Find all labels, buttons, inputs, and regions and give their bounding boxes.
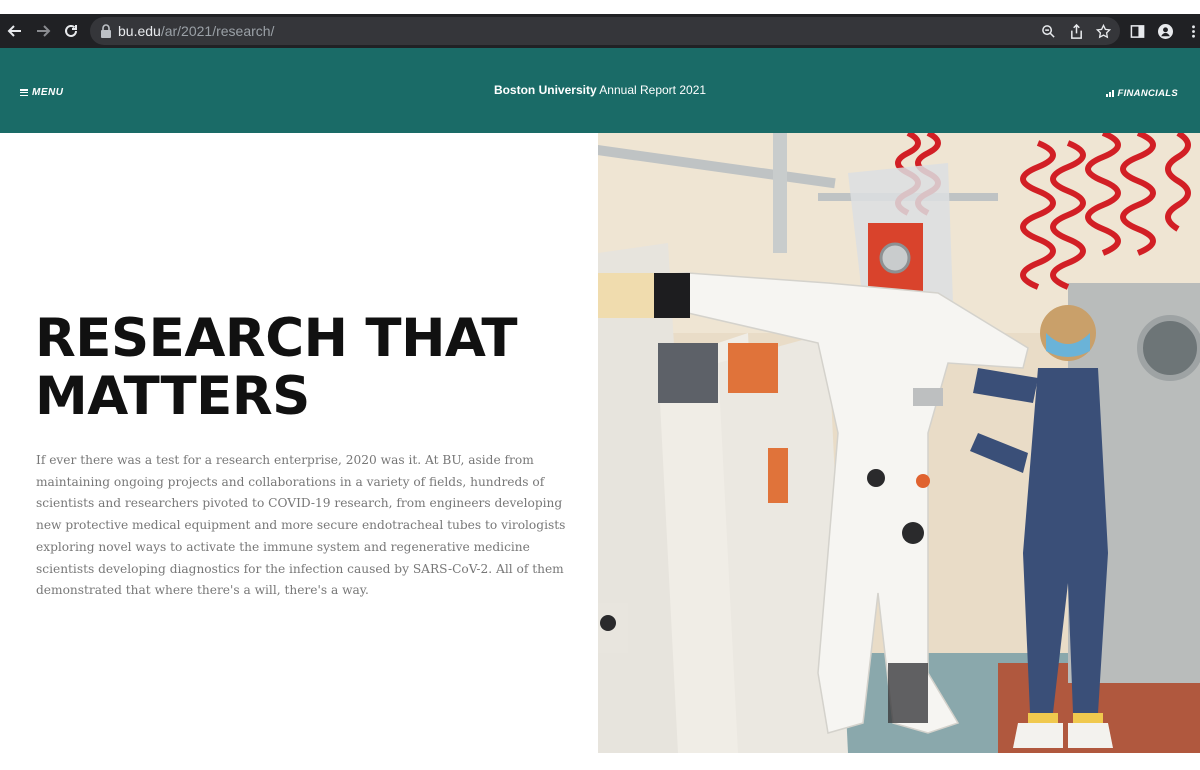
financials-label: FINANCIALS: [1117, 88, 1178, 99]
site-title-suffix: Annual Report 2021: [596, 83, 707, 97]
browser-toolbar: bu.edu/ar/2021/research/: [0, 0, 1200, 48]
site-title[interactable]: Boston University Annual Report 2021: [0, 83, 1200, 97]
headline-line-1: RESEARCH THAT: [35, 308, 518, 369]
site-title-brand: Boston University: [493, 83, 597, 97]
financials-button[interactable]: FINANCIALS: [1106, 88, 1178, 99]
site-header: MENU Boston University Annual Report 202…: [0, 48, 1200, 133]
intro-paragraph: If ever there was a test for a research …: [36, 453, 566, 598]
address-bar[interactable]: bu.edu/ar/2021/research/: [90, 17, 1120, 45]
window-top-edge: [0, 0, 1200, 14]
profile-avatar-icon[interactable]: [1155, 21, 1175, 41]
side-panel-icon[interactable]: [1127, 21, 1147, 41]
back-arrow-icon[interactable]: [4, 20, 26, 42]
url-text[interactable]: bu.edu/ar/2021/research/: [118, 23, 274, 39]
reload-icon[interactable]: [60, 20, 82, 42]
more-options-icon[interactable]: [1183, 21, 1200, 41]
page-headline: RESEARCH THAT MATTERS: [35, 310, 575, 426]
bookmark-star-icon[interactable]: [1093, 21, 1113, 41]
share-icon[interactable]: [1066, 21, 1086, 41]
url-host: bu.edu: [118, 23, 161, 39]
zoom-icon[interactable]: [1038, 21, 1058, 41]
headline-line-2: MATTERS: [35, 366, 310, 427]
forward-arrow-icon[interactable]: [32, 20, 54, 42]
lock-icon: [100, 24, 112, 38]
lab-photo: [598, 133, 1200, 753]
url-path: /ar/2021/research/: [160, 23, 275, 39]
bar-chart-icon: [1106, 90, 1115, 97]
